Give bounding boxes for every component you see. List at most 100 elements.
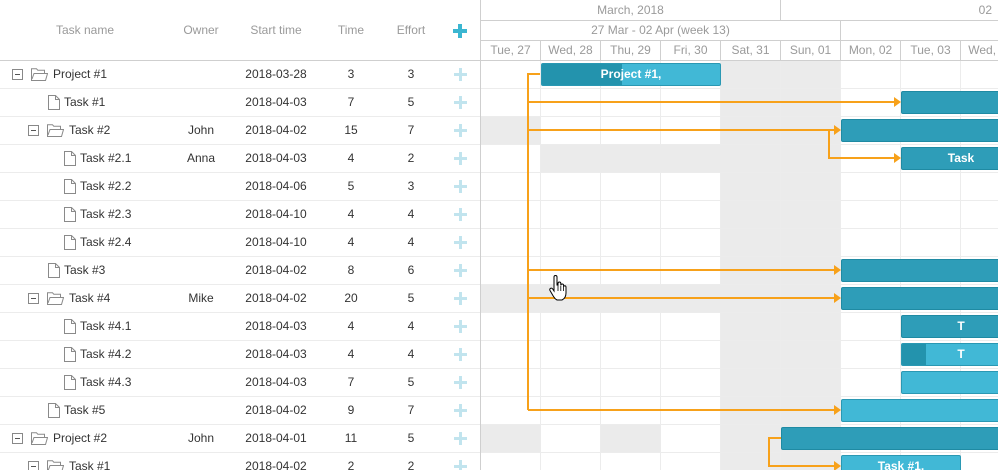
task-owner — [170, 201, 232, 228]
grid-row[interactable]: Task #2.4 2018-04-10 4 4 — [0, 229, 480, 257]
column-header-time[interactable]: Time — [320, 0, 382, 60]
task-progress — [902, 344, 926, 365]
column-header-start-time[interactable]: Start time — [232, 0, 320, 60]
task-name: Project #1 — [53, 67, 108, 81]
dependency-link[interactable] — [527, 73, 540, 410]
add-subtask-icon[interactable] — [454, 320, 467, 333]
task-name: Task #4.2 — [80, 347, 132, 361]
collapse-toggle-icon[interactable] — [12, 433, 23, 444]
task-bar[interactable] — [841, 287, 998, 310]
file-icon — [48, 95, 60, 110]
task-effort: 5 — [407, 375, 415, 389]
add-subtask-icon[interactable] — [454, 68, 467, 81]
task-owner — [170, 173, 232, 200]
task-effort: 5 — [407, 291, 415, 305]
folder-open-icon — [47, 292, 64, 305]
task-time: 4 — [347, 319, 355, 333]
task-bar[interactable]: T — [901, 315, 998, 338]
grid-row[interactable]: Task #2 John 2018-04-02 15 7 — [0, 117, 480, 145]
add-subtask-icon[interactable] — [454, 264, 467, 277]
link-arrow-icon — [834, 405, 841, 415]
task-owner — [170, 257, 232, 284]
task-bar-label: Task #1, — [877, 459, 925, 470]
task-bar[interactable] — [901, 91, 998, 114]
grid-row[interactable]: Task #4.2 2018-04-03 4 4 — [0, 341, 480, 369]
task-name: Task #2 — [69, 123, 111, 137]
task-bar[interactable] — [841, 259, 998, 282]
task-owner — [170, 61, 232, 88]
task-effort: 5 — [407, 431, 415, 445]
grid-row[interactable]: Task #2.1 Anna 2018-04-03 4 2 — [0, 145, 480, 173]
add-subtask-icon[interactable] — [454, 96, 467, 109]
task-name: Task #1 — [64, 95, 106, 109]
collapse-toggle-icon[interactable] — [28, 125, 39, 136]
add-subtask-icon[interactable] — [454, 208, 467, 221]
grid-row[interactable]: Task #4.1 2018-04-03 4 4 — [0, 313, 480, 341]
task-time: 7 — [347, 95, 355, 109]
task-bar[interactable]: Project #1, — [541, 63, 721, 86]
collapse-toggle-icon[interactable] — [28, 293, 39, 304]
grid-row[interactable]: Task #2.2 2018-04-06 5 3 — [0, 173, 480, 201]
task-start-time: 2018-04-10 — [245, 207, 307, 221]
task-time: 20 — [344, 291, 358, 305]
task-bar[interactable] — [781, 427, 998, 450]
grid-row[interactable]: Task #4.3 2018-04-03 7 5 — [0, 369, 480, 397]
add-subtask-icon[interactable] — [454, 236, 467, 249]
add-subtask-icon[interactable] — [454, 152, 467, 165]
add-subtask-icon[interactable] — [454, 432, 467, 445]
task-time: 3 — [347, 67, 355, 81]
add-subtask-icon[interactable] — [454, 124, 467, 137]
folder-open-icon — [31, 432, 48, 445]
task-start-time: 2018-04-03 — [245, 95, 307, 109]
file-icon — [64, 319, 76, 334]
task-bar[interactable]: T — [901, 343, 998, 366]
link-arrow-icon — [894, 153, 901, 163]
column-header-owner[interactable]: Owner — [170, 0, 232, 60]
grid-row[interactable]: Task #2.3 2018-04-10 4 4 — [0, 201, 480, 229]
add-subtask-icon[interactable] — [454, 460, 467, 470]
task-start-time: 2018-04-03 — [245, 347, 307, 361]
task-time: 2 — [347, 459, 355, 470]
task-start-time: 2018-04-02 — [245, 123, 307, 137]
hand-cursor-icon — [549, 275, 567, 301]
task-name: Task #4.3 — [80, 375, 132, 389]
task-name: Task #4.1 — [80, 319, 132, 333]
grid-row[interactable]: Task #1 2018-04-02 2 2 — [0, 453, 480, 470]
add-subtask-icon[interactable] — [454, 180, 467, 193]
task-name: Task #4 — [69, 291, 111, 305]
grid-row[interactable]: Project #1 2018-03-28 3 3 — [0, 61, 480, 89]
file-icon — [48, 403, 60, 418]
task-owner — [170, 229, 232, 256]
column-header-task-name[interactable]: Task name — [0, 0, 170, 60]
collapse-toggle-icon[interactable] — [12, 69, 23, 80]
grid-row[interactable]: Task #4 Mike 2018-04-02 20 5 — [0, 285, 480, 313]
add-subtask-icon[interactable] — [454, 292, 467, 305]
task-start-time: 2018-04-03 — [245, 151, 307, 165]
task-grid: Task name Owner Start time Time Effort P… — [0, 0, 481, 470]
task-time: 4 — [347, 207, 355, 221]
grid-row[interactable]: Task #3 2018-04-02 8 6 — [0, 257, 480, 285]
task-effort: 7 — [407, 123, 415, 137]
add-subtask-icon[interactable] — [454, 404, 467, 417]
column-header-effort[interactable]: Effort — [382, 0, 440, 60]
task-bar[interactable] — [841, 399, 998, 422]
task-bar[interactable] — [841, 119, 998, 142]
task-time: 8 — [347, 263, 355, 277]
task-owner: Mike — [188, 291, 214, 305]
add-subtask-icon[interactable] — [454, 376, 467, 389]
task-bar[interactable] — [901, 371, 998, 394]
grid-row[interactable]: Task #1 2018-04-03 7 5 — [0, 89, 480, 117]
task-time: 15 — [344, 123, 358, 137]
task-effort: 4 — [407, 207, 415, 221]
add-task-icon[interactable] — [452, 23, 468, 39]
task-owner — [170, 397, 232, 424]
grid-header: Task name Owner Start time Time Effort — [0, 0, 480, 61]
link-arrow-icon — [894, 97, 901, 107]
grid-row[interactable]: Task #5 2018-04-02 9 7 — [0, 397, 480, 425]
collapse-toggle-icon[interactable] — [28, 461, 39, 470]
task-start-time: 2018-04-06 — [245, 179, 307, 193]
task-bar[interactable]: Task — [901, 147, 998, 170]
task-bar[interactable]: Task #1, — [841, 455, 961, 470]
add-subtask-icon[interactable] — [454, 348, 467, 361]
grid-row[interactable]: Project #2 John 2018-04-01 11 5 — [0, 425, 480, 453]
